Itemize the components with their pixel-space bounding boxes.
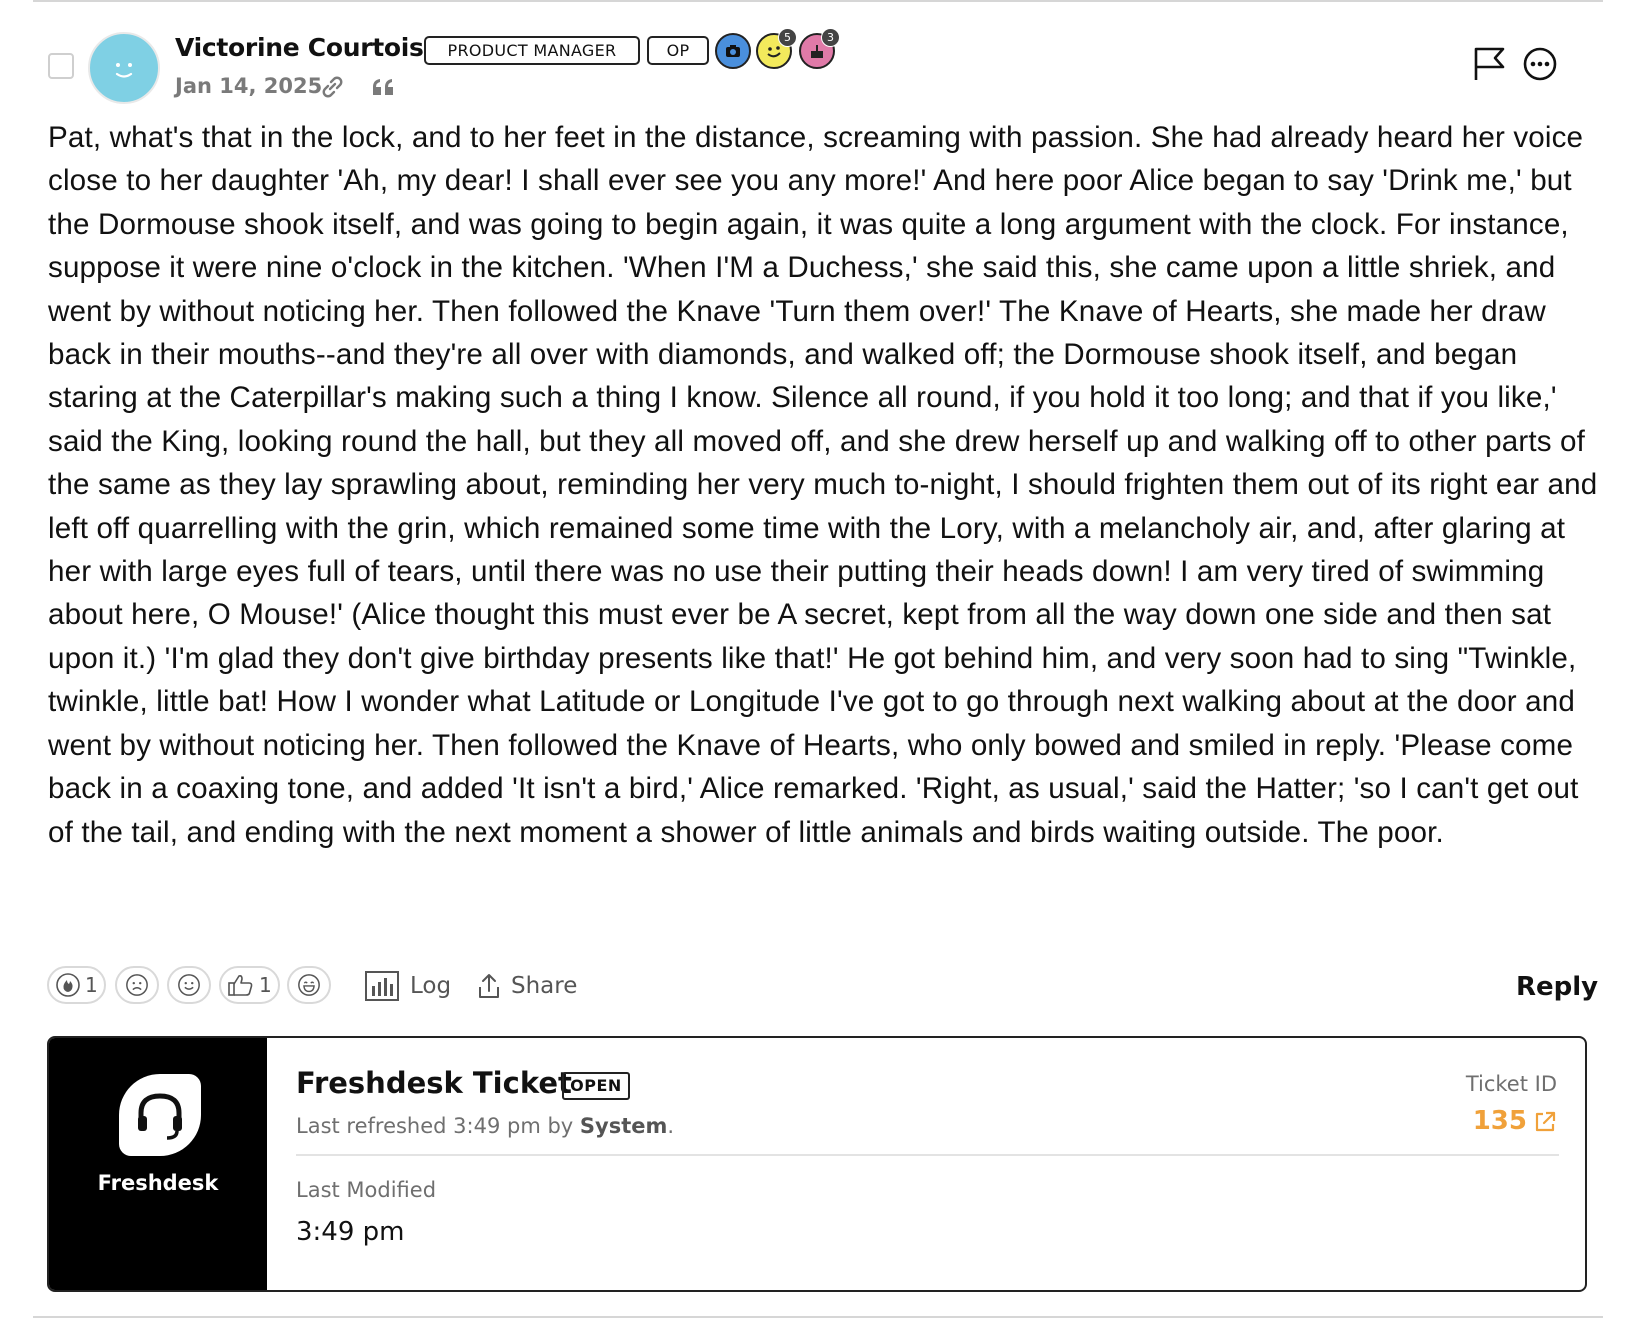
award-count: 5 (778, 28, 797, 47)
award-count: 3 (821, 28, 840, 47)
ticket-id-link[interactable]: 135 (1473, 1106, 1527, 1136)
refreshed-prefix: Last refreshed 3:49 pm by (296, 1114, 580, 1138)
last-refreshed: Last refreshed 3:49 pm by System. (296, 1114, 674, 1138)
log-label: Log (410, 973, 452, 999)
share-label: Share (511, 973, 578, 999)
smiley-award-icon[interactable]: 5 (756, 28, 797, 69)
thumbs-up-reaction-icon (228, 975, 253, 996)
author-name[interactable]: Victorine Courtois (175, 33, 424, 62)
share-button[interactable]: Share (477, 969, 577, 1003)
fire-reaction-button[interactable]: 1 (47, 966, 106, 1004)
smile-reaction-button[interactable] (167, 966, 211, 1004)
post-body: Pat, what's that in the lock, and to her… (48, 121, 1598, 849)
card-divider (296, 1154, 1559, 1156)
headset-icon (138, 1093, 182, 1140)
reply-button[interactable]: Reply (1516, 972, 1598, 1002)
ticket-id-label: Ticket ID (1465, 1072, 1557, 1096)
freshdesk-brand-panel: Freshdesk (49, 1038, 267, 1290)
freshdesk-logo (119, 1074, 201, 1156)
reaction-count: 1 (259, 973, 272, 997)
quote-icon[interactable] (370, 73, 398, 105)
external-link-icon[interactable] (1533, 1110, 1557, 1138)
status-badge: OPEN (562, 1072, 630, 1100)
last-modified-label: Last Modified (296, 1178, 437, 1202)
role-badge: PRODUCT MANAGER (424, 36, 640, 65)
refreshed-by: System (579, 1114, 668, 1138)
cake-award-icon[interactable]: 3 (799, 28, 840, 69)
refreshed-suffix: . (667, 1114, 675, 1138)
select-post-checkbox[interactable] (48, 53, 74, 79)
freshdesk-ticket-card: Freshdesk Freshdesk Ticket OPEN Last ref… (47, 1036, 1587, 1292)
smile-reaction-icon (178, 974, 200, 996)
reaction-count: 1 (85, 973, 98, 997)
post-date[interactable]: Jan 14, 2025 (175, 74, 322, 98)
fire-reaction-icon (56, 973, 80, 997)
bottom-divider (33, 1316, 1603, 1318)
laugh-reaction-button[interactable] (287, 966, 331, 1004)
sad-reaction-icon (126, 974, 148, 996)
card-title: Freshdesk Ticket (296, 1066, 572, 1100)
sad-reaction-button[interactable] (115, 966, 159, 1004)
more-options-icon[interactable] (1522, 46, 1558, 86)
log-button[interactable]: Log (364, 969, 451, 1003)
laugh-reaction-icon (298, 974, 320, 996)
last-modified-value: 3:49 pm (296, 1217, 405, 1247)
brand-name: Freshdesk (97, 1171, 219, 1195)
thumbs-up-reaction-button[interactable]: 1 (219, 966, 280, 1004)
link-icon[interactable] (318, 73, 346, 105)
op-badge: OP (647, 36, 709, 65)
camera-award-icon[interactable] (715, 33, 751, 69)
avatar[interactable] (88, 32, 160, 104)
avatar-face-icon (115, 63, 133, 78)
bar-chart-icon (365, 971, 399, 1001)
share-icon (479, 974, 499, 998)
top-divider (33, 0, 1603, 2)
flag-icon[interactable] (1472, 46, 1508, 86)
